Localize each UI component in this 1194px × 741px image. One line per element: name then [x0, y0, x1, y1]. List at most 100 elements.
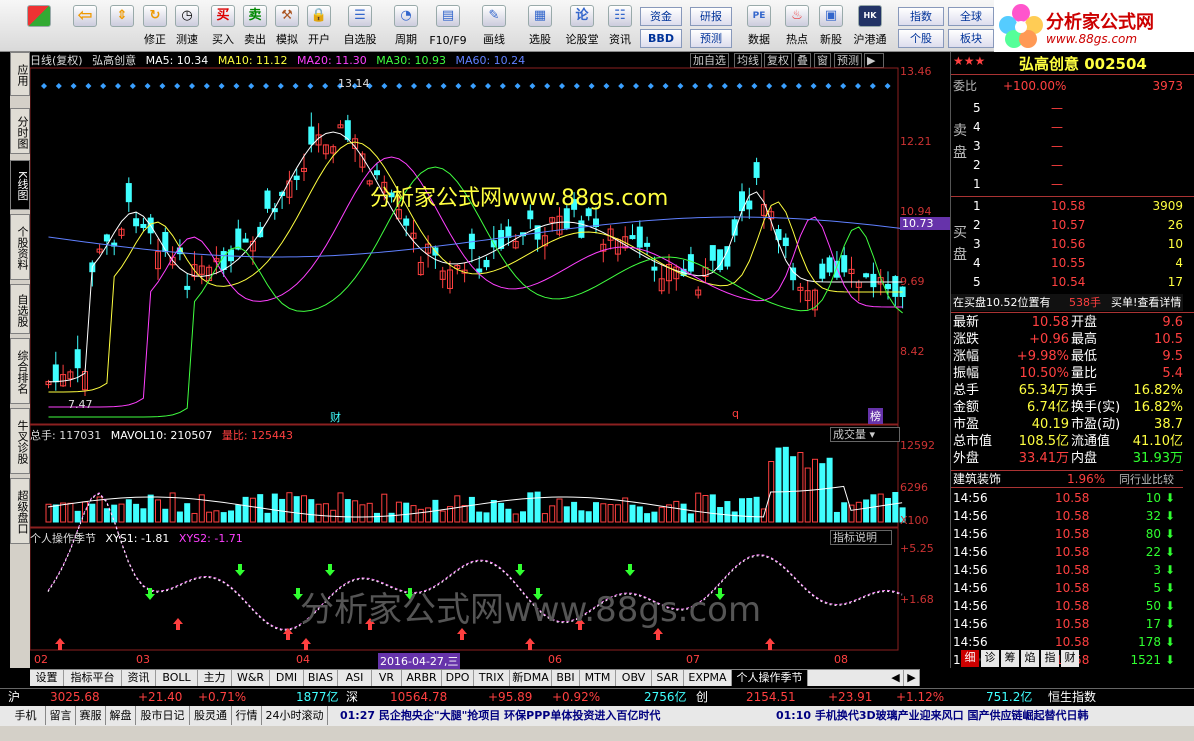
- indicator-tab[interactable]: BOLL: [156, 670, 198, 686]
- hotspot-button[interactable]: ♨ 热点: [780, 3, 814, 49]
- order-row[interactable]: 4 10.55 4: [951, 255, 1183, 272]
- research-button[interactable]: 研报: [690, 7, 732, 26]
- volume-bar: [381, 493, 388, 523]
- order-row[interactable]: 5—: [951, 100, 1183, 117]
- indicator-tab[interactable]: OBV: [616, 670, 652, 686]
- order-row[interactable]: 1 10.58 3909: [951, 198, 1183, 215]
- sector-compare-link[interactable]: 同行业比较: [1119, 471, 1174, 488]
- right-tab[interactable]: 指: [1041, 650, 1059, 667]
- windows-grid-button[interactable]: [22, 3, 56, 49]
- indicator-tab[interactable]: ASI: [338, 670, 372, 686]
- ticker-tab[interactable]: 24小时滚动: [262, 706, 328, 725]
- order-row[interactable]: 4—: [951, 119, 1183, 136]
- index-button[interactable]: 指数: [898, 7, 944, 26]
- indicator-tab[interactable]: 指标平台: [64, 670, 122, 686]
- ticker-tab[interactable]: 解盘: [106, 706, 136, 725]
- candle-body: [746, 200, 753, 210]
- right-tab[interactable]: 细: [961, 650, 979, 667]
- indicator-tab[interactable]: MTM: [580, 670, 616, 686]
- refresh-button[interactable]: ↻ 修正: [140, 3, 170, 49]
- sector-row[interactable]: 建筑装饰 1.96% 同行业比较: [951, 470, 1183, 488]
- sector-button[interactable]: 板块: [948, 29, 994, 48]
- big-order-notice[interactable]: 在买盘10.52位置有 538手 买单!查看详情: [951, 294, 1183, 311]
- indicator-tab[interactable]: EXPMA: [684, 670, 732, 686]
- indicator-tab[interactable]: TRIX: [474, 670, 510, 686]
- volume-dropdown[interactable]: 成交量 ▾: [830, 427, 900, 442]
- data-button[interactable]: PE 数据: [742, 3, 776, 49]
- order-row[interactable]: 2 10.57 26: [951, 217, 1183, 234]
- volume-bar: [490, 499, 497, 523]
- draw-line-button[interactable]: ✎ 画线: [474, 3, 514, 49]
- global-button[interactable]: 全球: [948, 7, 994, 26]
- ticker-tab[interactable]: 留言: [46, 706, 76, 725]
- right-tab[interactable]: 筹: [1001, 650, 1019, 667]
- buy-button[interactable]: 买买入: [208, 3, 238, 49]
- notice-link[interactable]: 买单!查看详情: [1111, 294, 1181, 311]
- indicator-tab[interactable]: 主力: [198, 670, 232, 686]
- indicator-tab[interactable]: BIAS: [304, 670, 338, 686]
- right-tab[interactable]: 焰: [1021, 650, 1039, 667]
- indicator-tab[interactable]: 设置: [30, 670, 64, 686]
- forum-button[interactable]: 论论股堂: [562, 3, 602, 49]
- volume-bar: [600, 503, 607, 523]
- right-tab[interactable]: 诊: [981, 650, 999, 667]
- tab-stock-profile[interactable]: 个股资料: [10, 214, 30, 280]
- order-row[interactable]: 5 10.54 17: [951, 274, 1183, 291]
- order-row[interactable]: 1—: [951, 176, 1183, 193]
- order-row[interactable]: 2—: [951, 157, 1183, 174]
- open-account-button[interactable]: 🔒 开户: [304, 3, 334, 49]
- order-row[interactable]: 3 10.56 10: [951, 236, 1183, 253]
- news-item[interactable]: 01:10 手机换代3D玻璃产业迎来风口 国产供应链崛起替代日韩: [776, 706, 1088, 725]
- tab-diagnosis[interactable]: 牛叉诊股: [10, 408, 30, 474]
- tab-ranking[interactable]: 综合排名: [10, 338, 30, 404]
- ipo-button[interactable]: ▣ 新股: [814, 3, 848, 49]
- back-button[interactable]: ⇦: [68, 3, 102, 49]
- indicator-tab[interactable]: DMI: [270, 670, 304, 686]
- indicator-tab[interactable]: 个人操作季节: [732, 670, 808, 686]
- up-down-button[interactable]: ⇕: [108, 3, 136, 49]
- order-row[interactable]: 3—: [951, 138, 1183, 155]
- tab-apps[interactable]: 应用: [10, 52, 30, 96]
- q-marker[interactable]: q: [732, 407, 739, 420]
- indicator-tab[interactable]: SAR: [652, 670, 684, 686]
- tab-intraday[interactable]: 分时图: [10, 108, 30, 154]
- indicator-tab[interactable]: 资讯: [122, 670, 156, 686]
- fund-button[interactable]: 资金: [640, 7, 682, 26]
- hk-connect-button[interactable]: HK 沪港通: [850, 3, 890, 49]
- cycle-button[interactable]: ◔ 周期: [386, 3, 426, 49]
- finance-marker[interactable]: 财: [330, 409, 341, 425]
- ranking-marker[interactable]: 榜: [868, 408, 883, 424]
- tab-kline[interactable]: K线图: [10, 160, 30, 210]
- stock-button[interactable]: 个股: [898, 29, 944, 48]
- tab-super-orderbook[interactable]: 超级盘口: [10, 478, 30, 544]
- ticker-tab[interactable]: 股灵通: [190, 706, 232, 725]
- right-tab[interactable]: 财: [1061, 650, 1079, 667]
- scroll-left-icon[interactable]: ◀: [888, 670, 904, 686]
- f10-button[interactable]: ▤ F10/F9: [426, 3, 470, 49]
- news-item[interactable]: 01:27 民企抱央企"大腿"抢项目 环保PPP单体投资进入百亿时代: [340, 706, 660, 725]
- stock-screen-button[interactable]: ▦ 选股: [520, 3, 560, 49]
- ticker-tab[interactable]: 行情: [232, 706, 262, 725]
- news-button[interactable]: ☷ 资讯: [604, 3, 636, 49]
- kline-chart-area[interactable]: 日线(复权) 弘高创意 MA5: 10.34 MA10: 11.12 MA20:…: [30, 52, 950, 669]
- indicator-help-button[interactable]: 指标说明: [830, 530, 892, 545]
- indicator-tab[interactable]: VR: [372, 670, 402, 686]
- speedtest-button[interactable]: ◷ 测速: [172, 3, 202, 49]
- tick-row: 14:56 10.58 10 ⬇: [951, 490, 1183, 507]
- forecast-button[interactable]: 预测: [690, 29, 732, 48]
- scroll-right-icon[interactable]: ▶: [904, 670, 920, 686]
- indicator-tab[interactable]: ARBR: [402, 670, 442, 686]
- indicator-tab[interactable]: W&R: [232, 670, 270, 686]
- sell-signal-arrow-icon: [145, 588, 155, 600]
- sell-button[interactable]: 卖卖出: [240, 3, 270, 49]
- indicator-tab[interactable]: DPO: [442, 670, 474, 686]
- tab-watchlist[interactable]: 自选股: [10, 284, 30, 334]
- simulate-button[interactable]: ⚒ 模拟: [272, 3, 302, 49]
- watchlist-button[interactable]: ☰ 自选股: [340, 3, 380, 49]
- indicator-tab[interactable]: BBI: [552, 670, 580, 686]
- bbd-button[interactable]: BBD: [640, 29, 682, 48]
- indicator-tab[interactable]: 新DMA: [510, 670, 552, 686]
- ticker-tab[interactable]: 赛服: [76, 706, 106, 725]
- ticker-tab[interactable]: 手机: [6, 706, 46, 725]
- ticker-tab[interactable]: 股市日记: [136, 706, 190, 725]
